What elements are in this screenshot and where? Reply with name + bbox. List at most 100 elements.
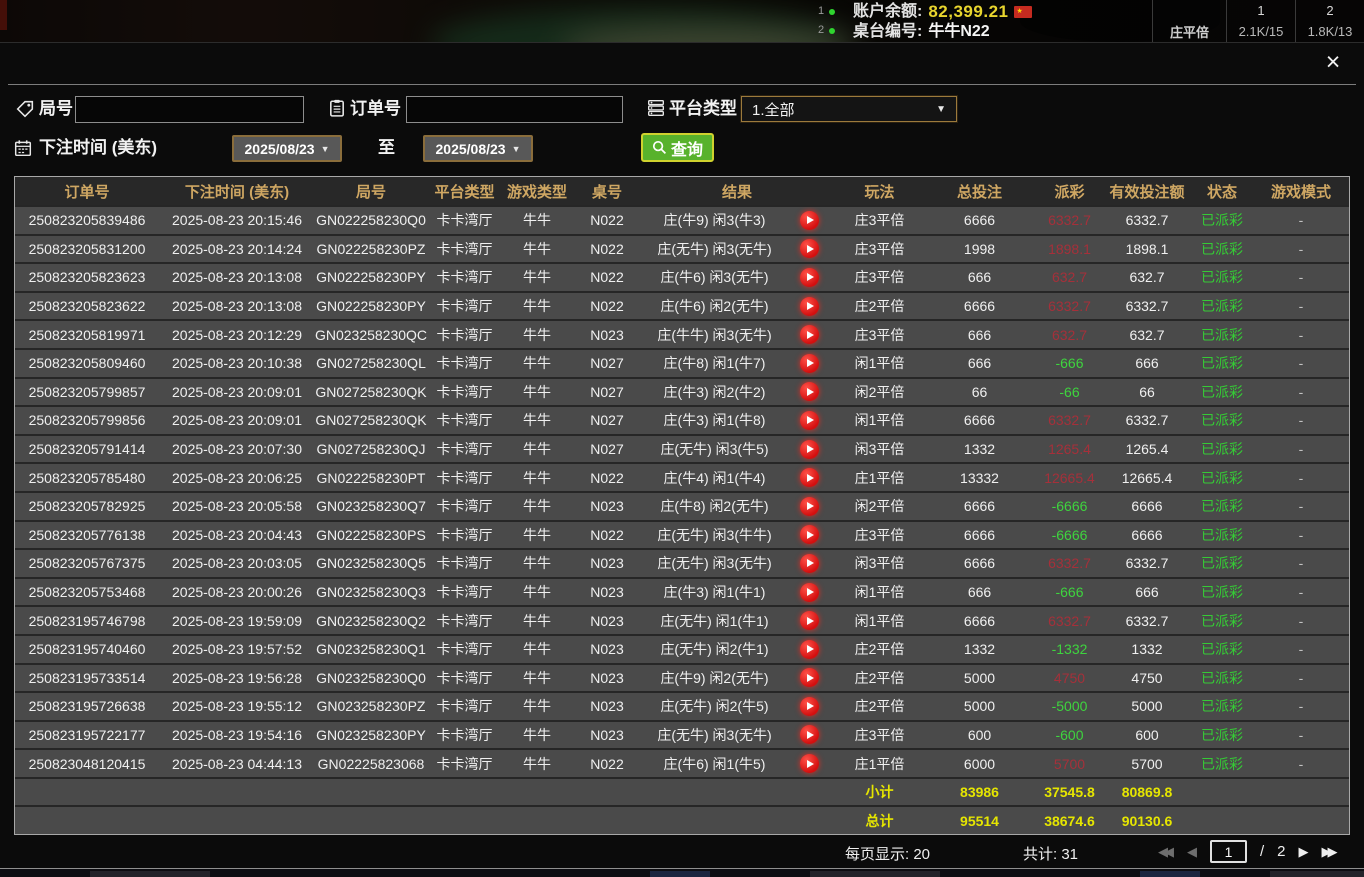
play-video-icon[interactable] bbox=[800, 239, 819, 258]
cell-payout: 632.7 bbox=[1032, 264, 1107, 291]
play-video-icon[interactable] bbox=[800, 325, 819, 344]
cell-play-type: 闲1平倍 bbox=[832, 607, 927, 634]
chevron-down-icon: ▼ bbox=[936, 104, 946, 115]
play-video-icon[interactable] bbox=[800, 611, 819, 630]
column-header-order: 订单号 bbox=[15, 177, 159, 205]
play-video-icon[interactable] bbox=[800, 668, 819, 687]
odds-value: 2.1K/15 bbox=[1226, 21, 1295, 42]
play-video-icon[interactable] bbox=[800, 497, 819, 516]
play-video-icon[interactable] bbox=[800, 754, 819, 773]
cell-game-mode: - bbox=[1257, 407, 1345, 434]
play-video-icon[interactable] bbox=[800, 411, 819, 430]
cell-play-type: 庄1平倍 bbox=[832, 464, 927, 491]
cell-order: 250823205776138 bbox=[15, 522, 159, 549]
cell-result: 庄(牛8) 闲1(牛7) bbox=[642, 350, 787, 377]
cell-platform: 卡卡湾厅 bbox=[427, 407, 502, 434]
last-page-icon[interactable]: ▶▶ bbox=[1322, 844, 1338, 860]
next-page-icon[interactable]: ▶ bbox=[1299, 844, 1309, 860]
cell-bet-time: 2025-08-23 20:00:26 bbox=[159, 579, 315, 606]
search-icon bbox=[652, 140, 667, 155]
cell-total-bet: 6000 bbox=[927, 750, 1032, 777]
column-header-game-mode: 游戏模式 bbox=[1257, 177, 1345, 205]
order-number-input[interactable] bbox=[406, 96, 623, 123]
play-video-icon[interactable] bbox=[800, 268, 819, 287]
play-video-icon[interactable] bbox=[800, 725, 819, 744]
close-icon[interactable]: × bbox=[1318, 47, 1348, 77]
column-header-payout: 派彩 bbox=[1032, 177, 1107, 205]
play-video-icon[interactable] bbox=[800, 211, 819, 230]
cell-game-mode: - bbox=[1257, 293, 1345, 320]
play-video-icon[interactable] bbox=[800, 440, 819, 459]
cell-valid-bet: 5700 bbox=[1107, 750, 1187, 777]
cell-order: 250823195733514 bbox=[15, 665, 159, 692]
cell-order: 250823205819971 bbox=[15, 321, 159, 348]
cell-platform: 卡卡湾厅 bbox=[427, 264, 502, 291]
cell-play bbox=[787, 750, 832, 777]
cell-result: 庄(牛8) 闲2(无牛) bbox=[642, 493, 787, 520]
prev-page-icon[interactable]: ◀ bbox=[1187, 844, 1197, 860]
cell-game-mode: - bbox=[1257, 379, 1345, 406]
play-video-icon[interactable] bbox=[800, 583, 819, 602]
cell-game-type: 牛牛 bbox=[502, 407, 572, 434]
platform-type-select[interactable]: 1.全部 ▼ bbox=[741, 96, 957, 122]
cell-result: 庄(牛6) 闲3(无牛) bbox=[642, 264, 787, 291]
cell-play bbox=[787, 379, 832, 406]
search-button[interactable]: 查询 bbox=[641, 133, 714, 162]
cell-game-type: 牛牛 bbox=[502, 379, 572, 406]
cell-result: 庄(牛3) 闲1(牛1) bbox=[642, 579, 787, 606]
cell-valid-bet: 6332.7 bbox=[1107, 207, 1187, 234]
column-header-bet-time: 下注时间 (美东) bbox=[159, 177, 315, 205]
play-video-icon[interactable] bbox=[800, 554, 819, 573]
cell-platform: 卡卡湾厅 bbox=[427, 350, 502, 377]
cell-result: 庄(无牛) 闲3(牛牛) bbox=[642, 522, 787, 549]
cell-play-type: 闲1平倍 bbox=[832, 407, 927, 434]
date-from-picker[interactable]: 2025/08/23 ▼ bbox=[232, 135, 342, 162]
cell-game-mode: - bbox=[1257, 550, 1345, 577]
cell-table-no: N023 bbox=[572, 665, 642, 692]
screen: 1 2 账户余额: 82,399.21 ★ 桌台编号: 牛牛N22 1 2 庄平… bbox=[0, 0, 1364, 877]
cell-total-bet: 6666 bbox=[927, 607, 1032, 634]
play-video-icon[interactable] bbox=[800, 297, 819, 316]
play-video-icon[interactable] bbox=[800, 525, 819, 544]
cell-payout: 632.7 bbox=[1032, 321, 1107, 348]
total-count-label: 共计: 31 bbox=[1023, 843, 1078, 864]
cell-game-mode: - bbox=[1257, 522, 1345, 549]
play-video-icon[interactable] bbox=[800, 640, 819, 659]
cell-play-type: 庄3平倍 bbox=[832, 264, 927, 291]
column-header-result: 结果 bbox=[642, 177, 832, 205]
play-video-icon[interactable] bbox=[800, 382, 819, 401]
odds-col1-header: 1 bbox=[1226, 0, 1295, 21]
cell-table-no: N027 bbox=[572, 379, 642, 406]
play-video-icon[interactable] bbox=[800, 697, 819, 716]
cell-play bbox=[787, 693, 832, 720]
cell-play bbox=[787, 722, 832, 749]
cell-status: 已派彩 bbox=[1187, 436, 1257, 463]
cell-valid-bet: 600 bbox=[1107, 722, 1187, 749]
round-number-input[interactable] bbox=[75, 96, 304, 123]
date-to-picker[interactable]: 2025/08/23 ▼ bbox=[423, 135, 533, 162]
cell-platform: 卡卡湾厅 bbox=[427, 665, 502, 692]
cell-round: GN02225823068 bbox=[315, 750, 427, 777]
cell-round: GN023258230Q0 bbox=[315, 665, 427, 692]
odds-corner bbox=[1152, 0, 1226, 21]
play-video-icon[interactable] bbox=[800, 468, 819, 487]
cell-play bbox=[787, 321, 832, 348]
page-input[interactable] bbox=[1210, 840, 1247, 863]
column-header-valid-bet: 有效投注额 bbox=[1107, 177, 1187, 205]
cell-total-bet: 6666 bbox=[927, 293, 1032, 320]
play-video-icon[interactable] bbox=[800, 354, 819, 373]
cell-status: 已派彩 bbox=[1187, 693, 1257, 720]
cell-total-bet: 6666 bbox=[927, 550, 1032, 577]
table-row: 2508232057761382025-08-23 20:04:43GN0222… bbox=[15, 520, 1349, 549]
titlebar-divider bbox=[8, 84, 1356, 85]
first-page-icon[interactable]: ◀◀ bbox=[1158, 844, 1174, 860]
balance-label: 账户余额: bbox=[853, 2, 922, 22]
cell-status: 已派彩 bbox=[1187, 722, 1257, 749]
cell-play-type: 闲2平倍 bbox=[832, 379, 927, 406]
cell-game-type: 牛牛 bbox=[502, 665, 572, 692]
subtotal-row-valid-bet: 80869.8 bbox=[1107, 779, 1187, 806]
cell-platform: 卡卡湾厅 bbox=[427, 207, 502, 234]
cell-payout: 6332.7 bbox=[1032, 607, 1107, 634]
cell-platform: 卡卡湾厅 bbox=[427, 293, 502, 320]
column-header-total-bet: 总投注 bbox=[927, 177, 1032, 205]
